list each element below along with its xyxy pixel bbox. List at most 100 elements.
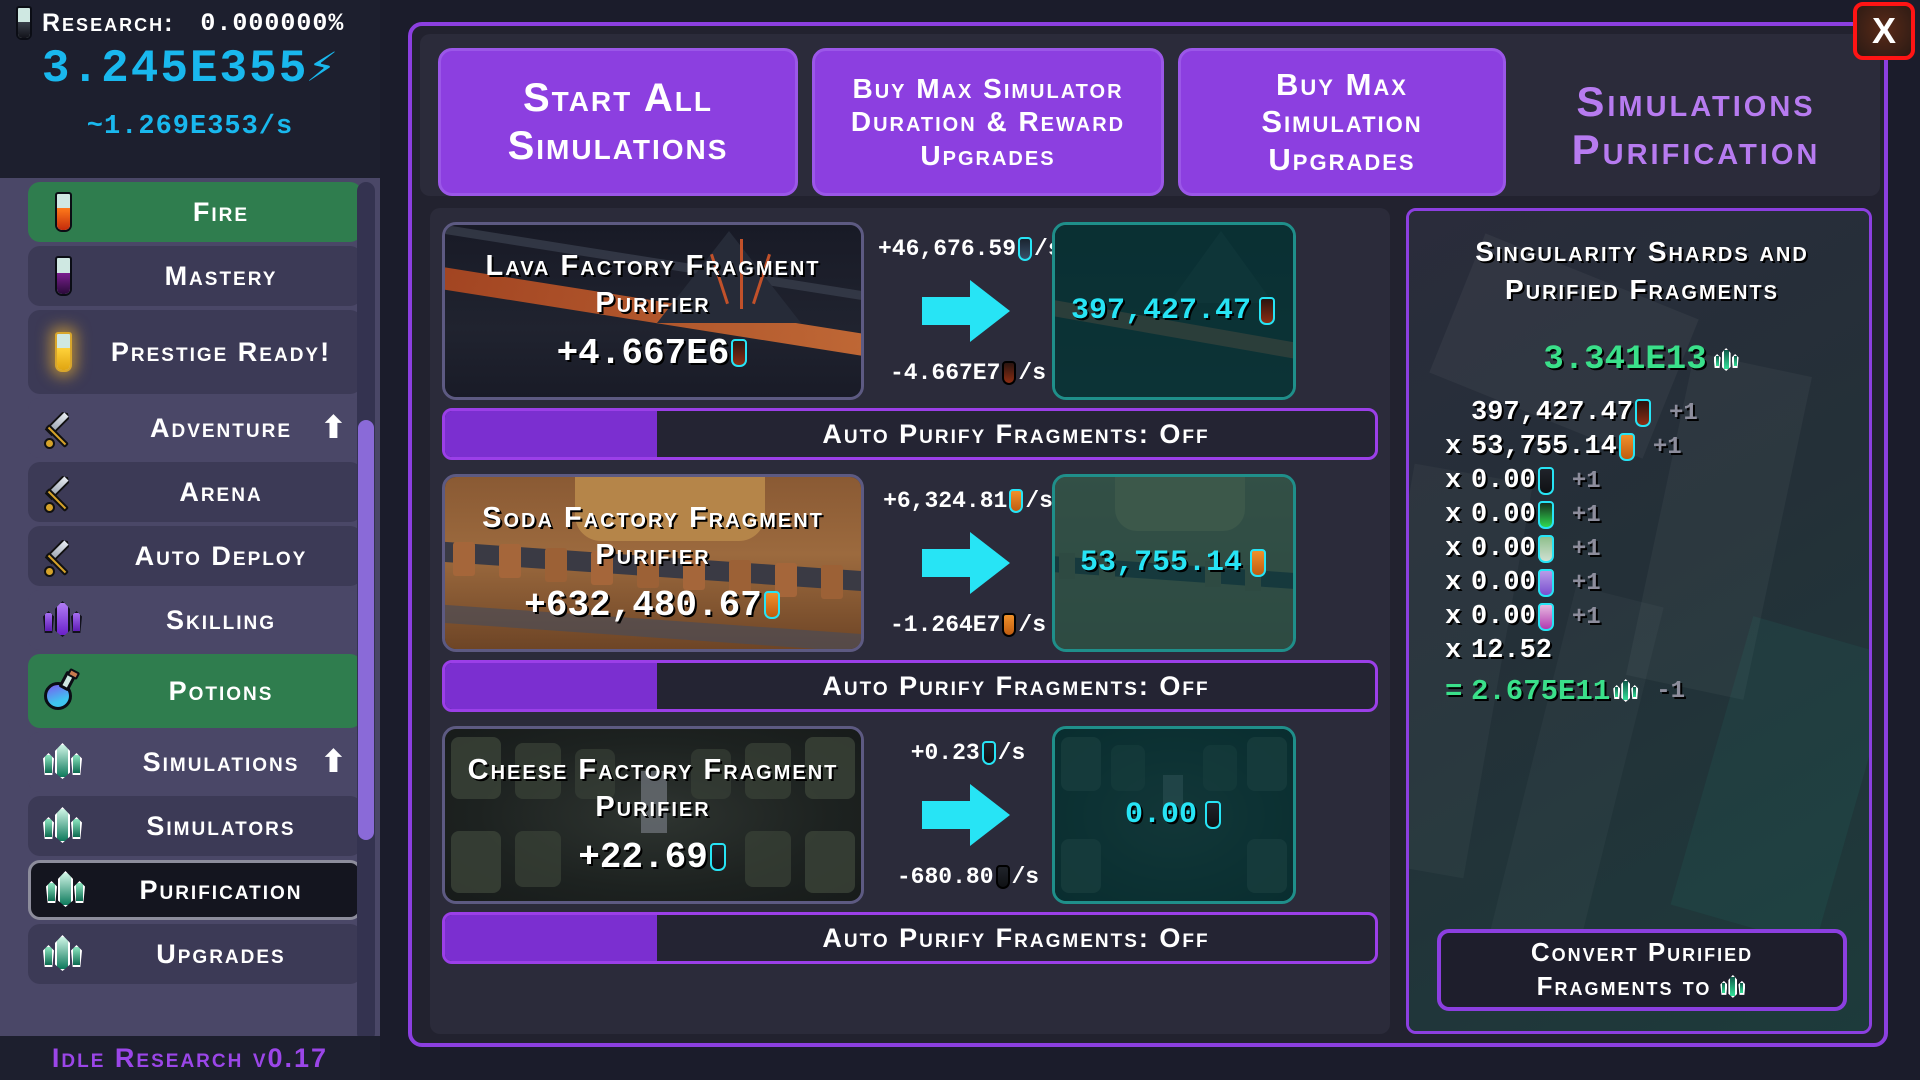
sidebar-item-prestige[interactable]: Prestige Ready! [28,310,362,394]
crystal-purple-icon [32,590,94,650]
toggle-fill [445,663,657,709]
sidebar-item-arena[interactable]: Arena [28,462,362,522]
rate-in: +46,676.59/s [878,236,1062,262]
energy-total: 3.245E355⚡ [10,38,370,95]
rate-in: +0.23/s [910,740,1026,766]
cheese-purified-output: 0.00 [1052,726,1296,904]
singularity-shards-panel: Singularity Shards and Purified Fragment… [1406,208,1872,1034]
purification-modal: Start All Simulations Buy Max Simulator … [408,22,1888,1047]
soda-fragment-icon [763,591,780,620]
energy-total-value: 3.245E355 [41,43,309,95]
sidebar-item-fire[interactable]: Fire [28,182,362,242]
sidebar-item-label: Purification [139,874,303,905]
formula-line: x 0.00 +1 [1445,466,1601,496]
formula-line: x 0.00 +1 [1445,602,1601,632]
purifiers-panel: Lava Factory Fragment Purifier +4.667E6 … [430,208,1390,1034]
sidebar-item-purification[interactable]: Purification [28,860,362,920]
sidebar-item-potions[interactable]: Potions [28,654,362,728]
sword-icon [32,398,94,458]
sword-icon [32,526,94,586]
rate-in: +6,324.81/s [883,488,1053,514]
sidebar-item-adventure[interactable]: Adventure ⬆ [28,398,362,458]
auto-purify-label: Auto Purify Fragments: Off [822,670,1210,701]
page-title: Simulations Purification [1518,52,1874,200]
formula-line: x 0.00 +1 [1445,500,1601,530]
sidebar-item-label: Upgrades [156,938,286,969]
test-tube-fire-icon [32,182,94,242]
auto-purify-toggle-cheese[interactable]: Auto Purify Fragments: Off [442,912,1378,964]
sidebar-nav: Fire Mastery Prestige Ready! Adventure ⬆ [0,178,380,1028]
test-tube-prestige-icon [32,310,94,394]
auto-purify-label: Auto Purify Fragments: Off [822,418,1210,449]
sidebar-scrollbar[interactable] [357,182,375,1042]
sidebar-item-simulators[interactable]: Simulators [28,796,362,856]
up-arrow-icon: ⬆ [320,411,346,445]
formula-line: x 53,755.14 +1 [1445,432,1682,462]
lava-fragment-icon [731,339,748,368]
convert-line1: Convert Purified [1530,937,1754,968]
singularity-shard-icon [1719,974,1746,1000]
sidebar-item-label: Auto Deploy [134,540,308,571]
rate-out: -680.80/s [896,864,1040,890]
sword-icon [32,462,94,522]
output-value: 397,427.47 [1071,294,1277,328]
buy-max-upgrades-button[interactable]: Buy Max Simulation Upgrades [1178,48,1506,196]
formula-line: 397,427.47 +1 [1471,398,1698,428]
crystal-green-icon [35,863,97,917]
toggle-fill [445,411,657,457]
sidebar-item-label: Prestige Ready! [110,336,332,367]
sidebar-item-mastery[interactable]: Mastery [28,246,362,306]
purifier-row: Soda Factory Fragment Purifier +632,480.… [442,474,1378,652]
page-title-line1: Simulations [1576,77,1816,125]
up-arrow-icon: ⬆ [320,745,346,779]
soda-fragment-icon [1250,549,1267,577]
start-all-simulations-button[interactable]: Start All Simulations [438,48,798,196]
lava-fragment-icon [1259,297,1276,325]
right-panel-title-line1: Singularity Shards and [1475,236,1809,267]
auto-purify-toggle-lava[interactable]: Auto Purify Fragments: Off [442,408,1378,460]
sidebar-item-upgrades[interactable]: Upgrades [28,924,362,984]
research-tube-icon [16,6,32,40]
right-arrow-icon [922,532,1010,594]
sidebar-item-label: Arena [179,476,263,507]
right-arrow-icon [922,280,1010,342]
sidebar-item-simulations[interactable]: Simulations ⬆ [28,732,362,792]
purifier-value: +632,480.67 [445,585,861,626]
lava-factory-purifier-card[interactable]: Lava Factory Fragment Purifier +4.667E6 [442,222,864,400]
soda-fragment-icon [1009,488,1024,513]
formula-line: x 12.52 [1445,636,1553,666]
sidebar-item-label: Mastery [164,260,278,291]
soda-factory-purifier-card[interactable]: Soda Factory Fragment Purifier +632,480.… [442,474,864,652]
research-label: Research: [42,8,175,37]
version-label: Idle Research v0.17 [0,1036,380,1080]
close-button[interactable]: X [1853,2,1915,60]
sidebar: Research: 0.000000% 3.245E355⚡ ~1.269E35… [0,0,380,1080]
research-percent: 0.000000% [200,8,345,38]
buy-max-duration-button[interactable]: Buy Max Simulator Duration & Reward Upgr… [812,48,1164,196]
auto-purify-label: Auto Purify Fragments: Off [822,922,1210,953]
sidebar-scrollbar-thumb[interactable] [358,420,374,840]
shard-formula-list: 397,427.47 +1 x 53,755.14 +1 x 0.00 +1 x… [1445,396,1865,708]
toggle-fill [445,915,657,961]
cheese-fragment-icon [995,864,1010,889]
singularity-shard-icon [1713,347,1739,373]
energy-rate: ~1.269E353/s [10,112,370,142]
lava-purified-output: 397,427.47 [1052,222,1296,400]
cheese-factory-purifier-card[interactable]: Cheese Factory Fragment Purifier +22.69 [442,726,864,904]
right-panel-title-line2: Purified Fragments [1504,273,1779,305]
auto-purify-toggle-soda[interactable]: Auto Purify Fragments: Off [442,660,1378,712]
purifier-name: Cheese Factory Fragment Purifier [467,754,839,823]
formula-line-total: = 2.675E11 -1 [1445,674,1686,708]
modal-toolbar: Start All Simulations Buy Max Simulator … [420,34,1880,196]
soda-purified-output: 53,755.14 [1052,474,1296,652]
convert-purified-fragments-button[interactable]: Convert Purified Fragments to [1437,929,1847,1011]
violet-fragment-icon [1537,569,1554,597]
purifier-name: Soda Factory Fragment Purifier [482,502,824,571]
output-value: 53,755.14 [1080,546,1268,580]
sidebar-item-auto-deploy[interactable]: Auto Deploy [28,526,362,586]
crystal-green-icon [32,732,94,792]
singularity-shards-total-value: 3.341E13 [1543,341,1707,379]
sidebar-header: Research: 0.000000% 3.245E355⚡ ~1.269E35… [0,0,380,178]
sidebar-item-skilling[interactable]: Skilling [28,590,362,650]
purifier-row: Cheese Factory Fragment Purifier +22.69 … [442,726,1378,904]
